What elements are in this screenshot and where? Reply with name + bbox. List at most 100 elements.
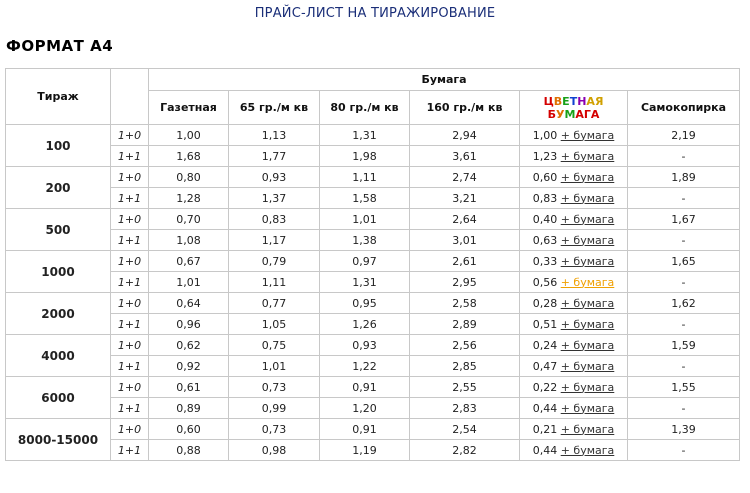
price-cell: 2,94 bbox=[409, 124, 520, 146]
price-cell: 0,92 bbox=[148, 355, 229, 377]
color-paper-cell: 0,24 + бумага bbox=[519, 334, 628, 356]
samokopirka-cell: - bbox=[626, 439, 741, 461]
price-cell: 0,79 bbox=[228, 250, 320, 272]
add-paper-link[interactable]: + бумага bbox=[561, 150, 615, 163]
header-col-samokopirka: Самокопирка bbox=[626, 90, 741, 125]
color-paper-cell: 0,47 + бумага bbox=[519, 355, 628, 377]
price-cell: 2,85 bbox=[409, 355, 520, 377]
add-paper-link[interactable]: + бумага bbox=[561, 129, 615, 142]
samokopirka-cell: 1,55 bbox=[626, 376, 741, 398]
print-version-cell: 1+1 bbox=[110, 229, 149, 251]
price-cell: 2,89 bbox=[409, 313, 520, 335]
print-version-cell: 1+0 bbox=[110, 292, 149, 314]
print-version-cell: 1+0 bbox=[110, 166, 149, 188]
color-paper-letter: А bbox=[575, 107, 584, 121]
add-paper-link[interactable]: + бумага bbox=[561, 360, 615, 373]
samokopirka-cell: 2,19 bbox=[626, 124, 741, 146]
price-cell: 0,73 bbox=[228, 376, 320, 398]
table-row: 1+1 0,92 1,01 1,22 2,85 0,47 + бумага - bbox=[6, 355, 741, 377]
price-cell: 0,89 bbox=[148, 397, 229, 419]
color-paper-cell: 0,56 + бумага bbox=[519, 271, 628, 293]
price-cell: 1,22 bbox=[319, 355, 410, 377]
print-version-cell: 1+1 bbox=[110, 187, 149, 209]
table-row: 1+1 1,01 1,11 1,31 2,95 0,56 + бумага - bbox=[6, 271, 741, 293]
samokopirka-cell: - bbox=[626, 187, 741, 209]
price-cell: 2,95 bbox=[409, 271, 520, 293]
price-cell: 0,91 bbox=[319, 376, 410, 398]
add-paper-link[interactable]: + бумага bbox=[561, 423, 615, 436]
price-cell: 0,64 bbox=[148, 292, 229, 314]
samokopirka-cell: 1,67 bbox=[626, 208, 741, 230]
price-cell: 0,98 bbox=[228, 439, 320, 461]
color-paper-cell: 0,63 + бумага bbox=[519, 229, 628, 251]
add-paper-link[interactable]: + бумага bbox=[561, 318, 615, 331]
format-heading: ФОРМАТ А4 bbox=[6, 37, 114, 55]
color-paper-letter: Б bbox=[547, 107, 556, 121]
color-paper-letter: Е bbox=[562, 94, 570, 108]
table-row: 1+1 1,08 1,17 1,38 3,01 0,63 + бумага - bbox=[6, 229, 741, 251]
samokopirka-cell: - bbox=[626, 313, 741, 335]
price-cell: 2,55 bbox=[409, 376, 520, 398]
price-cell: 3,61 bbox=[409, 145, 520, 167]
price-cell: 0,70 bbox=[148, 208, 229, 230]
color-paper-cell: 0,40 + бумага bbox=[519, 208, 628, 230]
add-paper-link[interactable]: + бумага bbox=[561, 213, 615, 226]
add-paper-link[interactable]: + бумага bbox=[561, 192, 615, 205]
price-cell: 0,80 bbox=[148, 166, 229, 188]
header-col-80: 80 гр./м кв bbox=[319, 90, 410, 125]
color-paper-word2: БУМАГА bbox=[520, 108, 627, 121]
price-cell: 2,54 bbox=[409, 418, 520, 440]
price-cell: 1,20 bbox=[319, 397, 410, 419]
color-paper-letter: А bbox=[586, 94, 595, 108]
price-cell: 1,11 bbox=[319, 166, 410, 188]
color-paper-price: 0,63 bbox=[532, 233, 558, 247]
table-row: 1+1 1,68 1,77 1,98 3,61 1,23 + бумага - bbox=[6, 145, 741, 167]
tirazh-cell: 6000 bbox=[5, 376, 111, 419]
price-cell: 1,31 bbox=[319, 271, 410, 293]
price-cell: 0,91 bbox=[319, 418, 410, 440]
color-paper-price: 1,00 bbox=[532, 128, 558, 142]
tirazh-cell: 2000 bbox=[5, 292, 111, 335]
price-cell: 0,88 bbox=[148, 439, 229, 461]
add-paper-link[interactable]: + бумага bbox=[561, 255, 615, 268]
price-cell: 1,08 bbox=[148, 229, 229, 251]
add-paper-link[interactable]: + бумага bbox=[561, 339, 615, 352]
add-paper-link[interactable]: + бумага bbox=[561, 381, 615, 394]
price-cell: 1,01 bbox=[228, 355, 320, 377]
header-paper-group: Бумага bbox=[147, 68, 741, 91]
print-version-cell: 1+0 bbox=[110, 124, 149, 146]
samokopirka-cell: 1,62 bbox=[626, 292, 741, 314]
price-cell: 1,98 bbox=[319, 145, 410, 167]
table-row: 100 1+0 1,00 1,13 1,31 2,94 1,00 + бумага 2,19 bbox=[5, 124, 741, 167]
price-cell: 1,11 bbox=[228, 271, 320, 293]
color-paper-price: 0,40 bbox=[532, 212, 558, 226]
color-paper-cell: 0,83 + бумага bbox=[519, 187, 628, 209]
add-paper-link[interactable]: + бумага bbox=[561, 276, 615, 289]
price-cell: 1,28 bbox=[148, 187, 229, 209]
header-version-blank bbox=[110, 68, 149, 125]
color-paper-letter: Я bbox=[594, 94, 604, 108]
table-row: 200 1+0 0,80 0,93 1,11 2,74 0,60 + бумага 1,89 bbox=[5, 166, 741, 209]
color-paper-cell: 0,28 + бумага bbox=[519, 292, 628, 314]
price-cell: 1,37 bbox=[228, 187, 320, 209]
add-paper-link[interactable]: + бумага bbox=[561, 402, 615, 415]
color-paper-price: 0,51 bbox=[532, 317, 558, 331]
table-row: 1+1 1,28 1,37 1,58 3,21 0,83 + бумага - bbox=[6, 187, 741, 209]
print-version-cell: 1+1 bbox=[110, 145, 149, 167]
add-paper-link[interactable]: + бумага bbox=[561, 297, 615, 310]
price-cell: 0,75 bbox=[228, 334, 320, 356]
samokopirka-cell: 1,39 bbox=[626, 418, 741, 440]
add-paper-link[interactable]: + бумага bbox=[561, 171, 615, 184]
price-cell: 3,01 bbox=[409, 229, 520, 251]
color-paper-cell: 0,21 + бумага bbox=[519, 418, 628, 440]
color-paper-cell: 1,00 + бумага bbox=[519, 124, 628, 146]
price-cell: 0,60 bbox=[148, 418, 229, 440]
table-row: 500 1+0 0,70 0,83 1,01 2,64 0,40 + бумага 1,67 bbox=[5, 208, 741, 251]
price-table-body: 100 1+0 1,00 1,13 1,31 2,94 1,00 + бумага 2,19 1… bbox=[5, 124, 741, 461]
samokopirka-cell: - bbox=[626, 271, 741, 293]
add-paper-link[interactable]: + бумага bbox=[561, 234, 615, 247]
tirazh-cell: 200 bbox=[5, 166, 111, 209]
table-row: 1000 1+0 0,67 0,79 0,97 2,61 0,33 + бумага 1,65 bbox=[5, 250, 741, 293]
color-paper-price: 0,56 bbox=[532, 275, 558, 289]
add-paper-link[interactable]: + бумага bbox=[561, 444, 615, 457]
